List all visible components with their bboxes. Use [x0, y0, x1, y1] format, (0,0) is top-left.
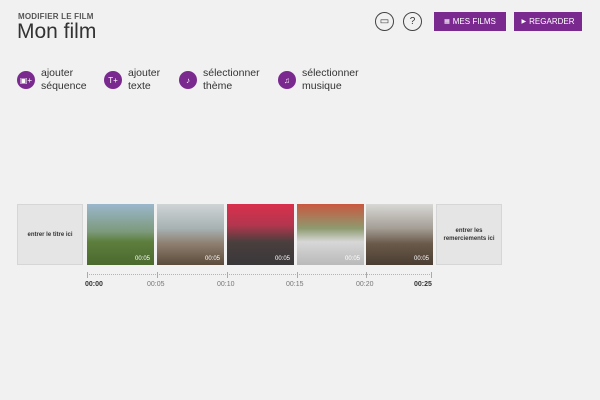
clip-thumbnail[interactable]: 00:05	[366, 204, 433, 265]
watch-button[interactable]: ▶ REGARDER	[514, 12, 582, 31]
clip-thumbnail[interactable]: 00:05	[297, 204, 364, 265]
add-text-label-1: ajouter	[128, 67, 161, 79]
select-theme-label-1: sélectionner	[203, 67, 260, 79]
clip-thumbnail[interactable]: 00:05	[227, 204, 294, 265]
my-films-label: MES FILMS	[452, 17, 496, 26]
clip-thumbnail[interactable]: 00:05	[87, 204, 154, 265]
select-music-label-1: sélectionner	[302, 67, 359, 79]
ruler-tick	[366, 272, 367, 278]
cast-icon: ▭	[379, 16, 390, 27]
add-text-icon: T+	[104, 71, 122, 89]
clip-duration: 00:05	[134, 256, 150, 262]
select-theme-action[interactable]: ♪ sélectionner thème	[179, 67, 260, 93]
clip-thumbnail[interactable]: 00:05	[157, 204, 224, 265]
select-music-label-2: musique	[302, 80, 342, 92]
clip-duration: 00:05	[413, 256, 429, 262]
select-music-action[interactable]: ♫ sélectionner musique	[278, 67, 359, 93]
help-button[interactable]: ?	[403, 12, 422, 31]
ruler-tick	[157, 272, 158, 278]
add-sequence-label-2: séquence	[41, 80, 87, 92]
ruler-tick	[227, 272, 228, 278]
credits-card[interactable]: entrer les remerciements ici	[436, 204, 502, 265]
guitar-icon: ♪	[179, 71, 197, 89]
ruler-tick	[297, 272, 298, 278]
my-films-button[interactable]: ▦ MES FILMS	[434, 12, 506, 31]
clip-duration: 00:05	[204, 256, 220, 262]
ruler-tick	[431, 272, 432, 278]
time-label: 00:20	[356, 281, 374, 288]
timeline-ruler	[87, 269, 432, 275]
cast-button[interactable]: ▭	[375, 12, 394, 31]
play-icon: ▶	[521, 19, 527, 25]
page-title: Mon film	[17, 20, 97, 43]
music-note-icon: ♫	[278, 71, 296, 89]
time-label: 00:15	[286, 281, 304, 288]
title-card[interactable]: entrer le titre ici	[17, 204, 83, 265]
time-label: 00:10	[217, 281, 235, 288]
clip-duration: 00:05	[344, 256, 360, 262]
watch-label: REGARDER	[529, 17, 575, 26]
time-label: 00:05	[147, 281, 165, 288]
help-label: ?	[409, 16, 416, 27]
time-label: 00:00	[85, 281, 103, 288]
add-text-label-2: texte	[128, 80, 151, 92]
add-sequence-icon: ▣+	[17, 71, 35, 89]
clip-duration: 00:05	[274, 256, 290, 262]
add-text-action[interactable]: T+ ajouter texte	[104, 67, 160, 93]
add-sequence-action[interactable]: ▣+ ajouter séquence	[17, 67, 87, 93]
films-icon: ▦	[444, 19, 450, 25]
select-theme-label-2: thème	[203, 80, 233, 92]
time-label: 00:25	[414, 281, 432, 288]
ruler-tick	[87, 272, 88, 278]
add-sequence-label-1: ajouter	[41, 67, 74, 79]
